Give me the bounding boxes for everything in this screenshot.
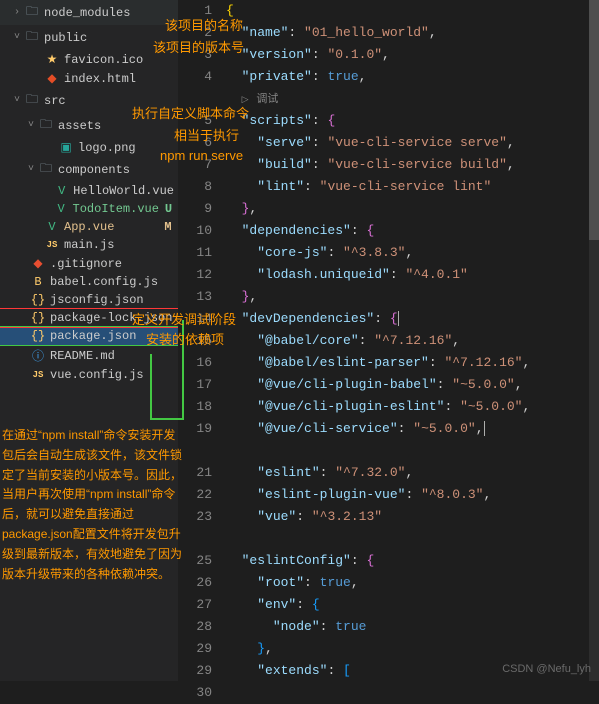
tree-item-label: README.md: [50, 349, 174, 363]
code-line[interactable]: "lodash.uniqueid": "^4.0.1": [226, 264, 599, 286]
code-line[interactable]: "@babel/eslint-parser": "^7.12.16",: [226, 352, 599, 374]
chevron-icon: ›: [14, 7, 24, 18]
code-line[interactable]: "scripts": {: [226, 110, 599, 132]
tree-item-package-json[interactable]: {}package.json: [0, 327, 178, 345]
line-number: 1: [178, 0, 212, 22]
code-line[interactable]: "build": "vue-cli-service build",: [226, 154, 599, 176]
code-line[interactable]: "devDependencies": {: [226, 308, 599, 330]
tree-item-favicon-ico[interactable]: ★favicon.ico: [0, 50, 178, 69]
code-line[interactable]: },: [226, 198, 599, 220]
tree-item--gitignore[interactable]: ◆.gitignore: [0, 254, 178, 273]
tree-item-label: package.json: [50, 329, 174, 343]
scrollbar-thumb[interactable]: [589, 0, 599, 240]
line-number: 7: [178, 154, 212, 176]
line-number: 28: [178, 616, 212, 638]
chevron-icon: ˅: [28, 120, 38, 131]
chevron-icon: ˅: [14, 32, 24, 43]
line-number: 5: [178, 110, 212, 132]
tree-item-label: vue.config.js: [50, 368, 174, 382]
tree-item-jsconfig-json[interactable]: {}jsconfig.json: [0, 291, 178, 309]
tree-item-label: .gitignore: [50, 257, 174, 271]
code-content[interactable]: { "name": "01_hello_world", "version": "…: [226, 0, 599, 681]
tree-item-label: App.vue: [64, 220, 158, 234]
tree-item-label: jsconfig.json: [50, 293, 174, 307]
code-line[interactable]: },: [226, 638, 599, 660]
code-line[interactable]: "@vue/cli-service": "~5.0.0",: [226, 418, 599, 440]
tree-item-label: public: [44, 31, 174, 45]
chevron-icon: ˅: [28, 164, 38, 175]
line-number: 12: [178, 264, 212, 286]
tree-item-label: logo.png: [78, 141, 174, 155]
code-line[interactable]: "root": true,: [226, 572, 599, 594]
tree-item-todoitem-vue[interactable]: VTodoItem.vueU: [0, 200, 178, 218]
line-number: 27: [178, 594, 212, 616]
code-line[interactable]: "@vue/cli-plugin-babel": "~5.0.0",: [226, 374, 599, 396]
line-number: 8: [178, 176, 212, 198]
scrollbar-vertical[interactable]: [589, 0, 599, 681]
tree-item-label: babel.config.js: [50, 275, 174, 289]
code-line[interactable]: [226, 440, 599, 462]
tree-item-label: favicon.ico: [64, 53, 174, 67]
watermark: CSDN @Nefu_lyh: [502, 663, 591, 675]
tree-item-label: index.html: [64, 72, 174, 86]
tree-item-label: package-lock.json: [50, 311, 174, 325]
code-line[interactable]: "core-js": "^3.8.3",: [226, 242, 599, 264]
code-line[interactable]: "env": {: [226, 594, 599, 616]
line-number: 13: [178, 286, 212, 308]
tree-item-babel-config-js[interactable]: Bbabel.config.js: [0, 273, 178, 291]
code-line[interactable]: "@vue/cli-plugin-eslint": "~5.0.0",: [226, 396, 599, 418]
line-number: 4: [178, 66, 212, 88]
line-number: 6: [178, 132, 212, 154]
code-line[interactable]: ▷ 调试: [226, 88, 599, 110]
tree-item-label: HelloWorld.vue: [73, 184, 174, 198]
code-line[interactable]: [226, 528, 599, 550]
tree-item-main-js[interactable]: JSmain.js: [0, 236, 178, 254]
tree-item-index-html[interactable]: ◆index.html: [0, 69, 178, 88]
tree-item-label: src: [44, 94, 174, 108]
line-number: 2: [178, 22, 212, 44]
line-number: 29: [178, 660, 212, 682]
code-line[interactable]: "node": true: [226, 616, 599, 638]
tree-item-logo-png[interactable]: ▣logo.png: [0, 138, 178, 157]
code-line[interactable]: {: [226, 0, 599, 22]
tree-item-label: node_modules: [44, 6, 174, 20]
line-number: 29: [178, 638, 212, 660]
line-number: 9: [178, 198, 212, 220]
tree-item-components[interactable]: ˅🗀components: [0, 157, 178, 182]
code-line[interactable]: "name": "01_hello_world",: [226, 22, 599, 44]
line-number: 11: [178, 242, 212, 264]
code-line[interactable]: "@babel/core": "^7.12.16",: [226, 330, 599, 352]
code-line[interactable]: "eslintConfig": {: [226, 550, 599, 572]
code-line[interactable]: "eslint": "^7.32.0",: [226, 462, 599, 484]
code-line[interactable]: "version": "0.1.0",: [226, 44, 599, 66]
git-badge: M: [162, 220, 174, 234]
chevron-icon: ˅: [14, 95, 24, 106]
tree-item-public[interactable]: ˅🗀public: [0, 25, 178, 50]
line-number: 3: [178, 44, 212, 66]
git-badge: U: [163, 202, 174, 216]
tree-item-node-modules[interactable]: ›🗀node_modules: [0, 0, 178, 25]
tree-item-assets[interactable]: ˅🗀assets: [0, 113, 178, 138]
code-line[interactable]: "private": true,: [226, 66, 599, 88]
tree-item-label: main.js: [64, 238, 174, 252]
line-number: [178, 88, 212, 110]
annotation-locknote: 在通过“npm install”命令安装开发包后会自动生成该文件，该文件锁定了当…: [2, 426, 186, 584]
tree-item-label: assets: [58, 119, 174, 133]
line-number: 10: [178, 220, 212, 242]
code-line[interactable]: "dependencies": {: [226, 220, 599, 242]
line-number: 30: [178, 682, 212, 704]
tree-item-helloworld-vue[interactable]: VHelloWorld.vue: [0, 182, 178, 200]
code-line[interactable]: "eslint-plugin-vue": "^8.0.3",: [226, 484, 599, 506]
tree-item-label: components: [58, 163, 174, 177]
code-line[interactable]: },: [226, 286, 599, 308]
tree-item-app-vue[interactable]: VApp.vueM: [0, 218, 178, 236]
code-line[interactable]: "lint": "vue-cli-service lint": [226, 176, 599, 198]
tree-item-src[interactable]: ˅🗀src: [0, 88, 178, 113]
code-editor[interactable]: 1234567891011121314151617181921222325262…: [178, 0, 599, 681]
code-line[interactable]: "serve": "vue-cli-service serve",: [226, 132, 599, 154]
code-line[interactable]: "vue": "^3.2.13": [226, 506, 599, 528]
tree-item-package-lock-json[interactable]: {}package-lock.json: [0, 309, 178, 327]
tree-item-label: TodoItem.vue: [73, 202, 159, 216]
